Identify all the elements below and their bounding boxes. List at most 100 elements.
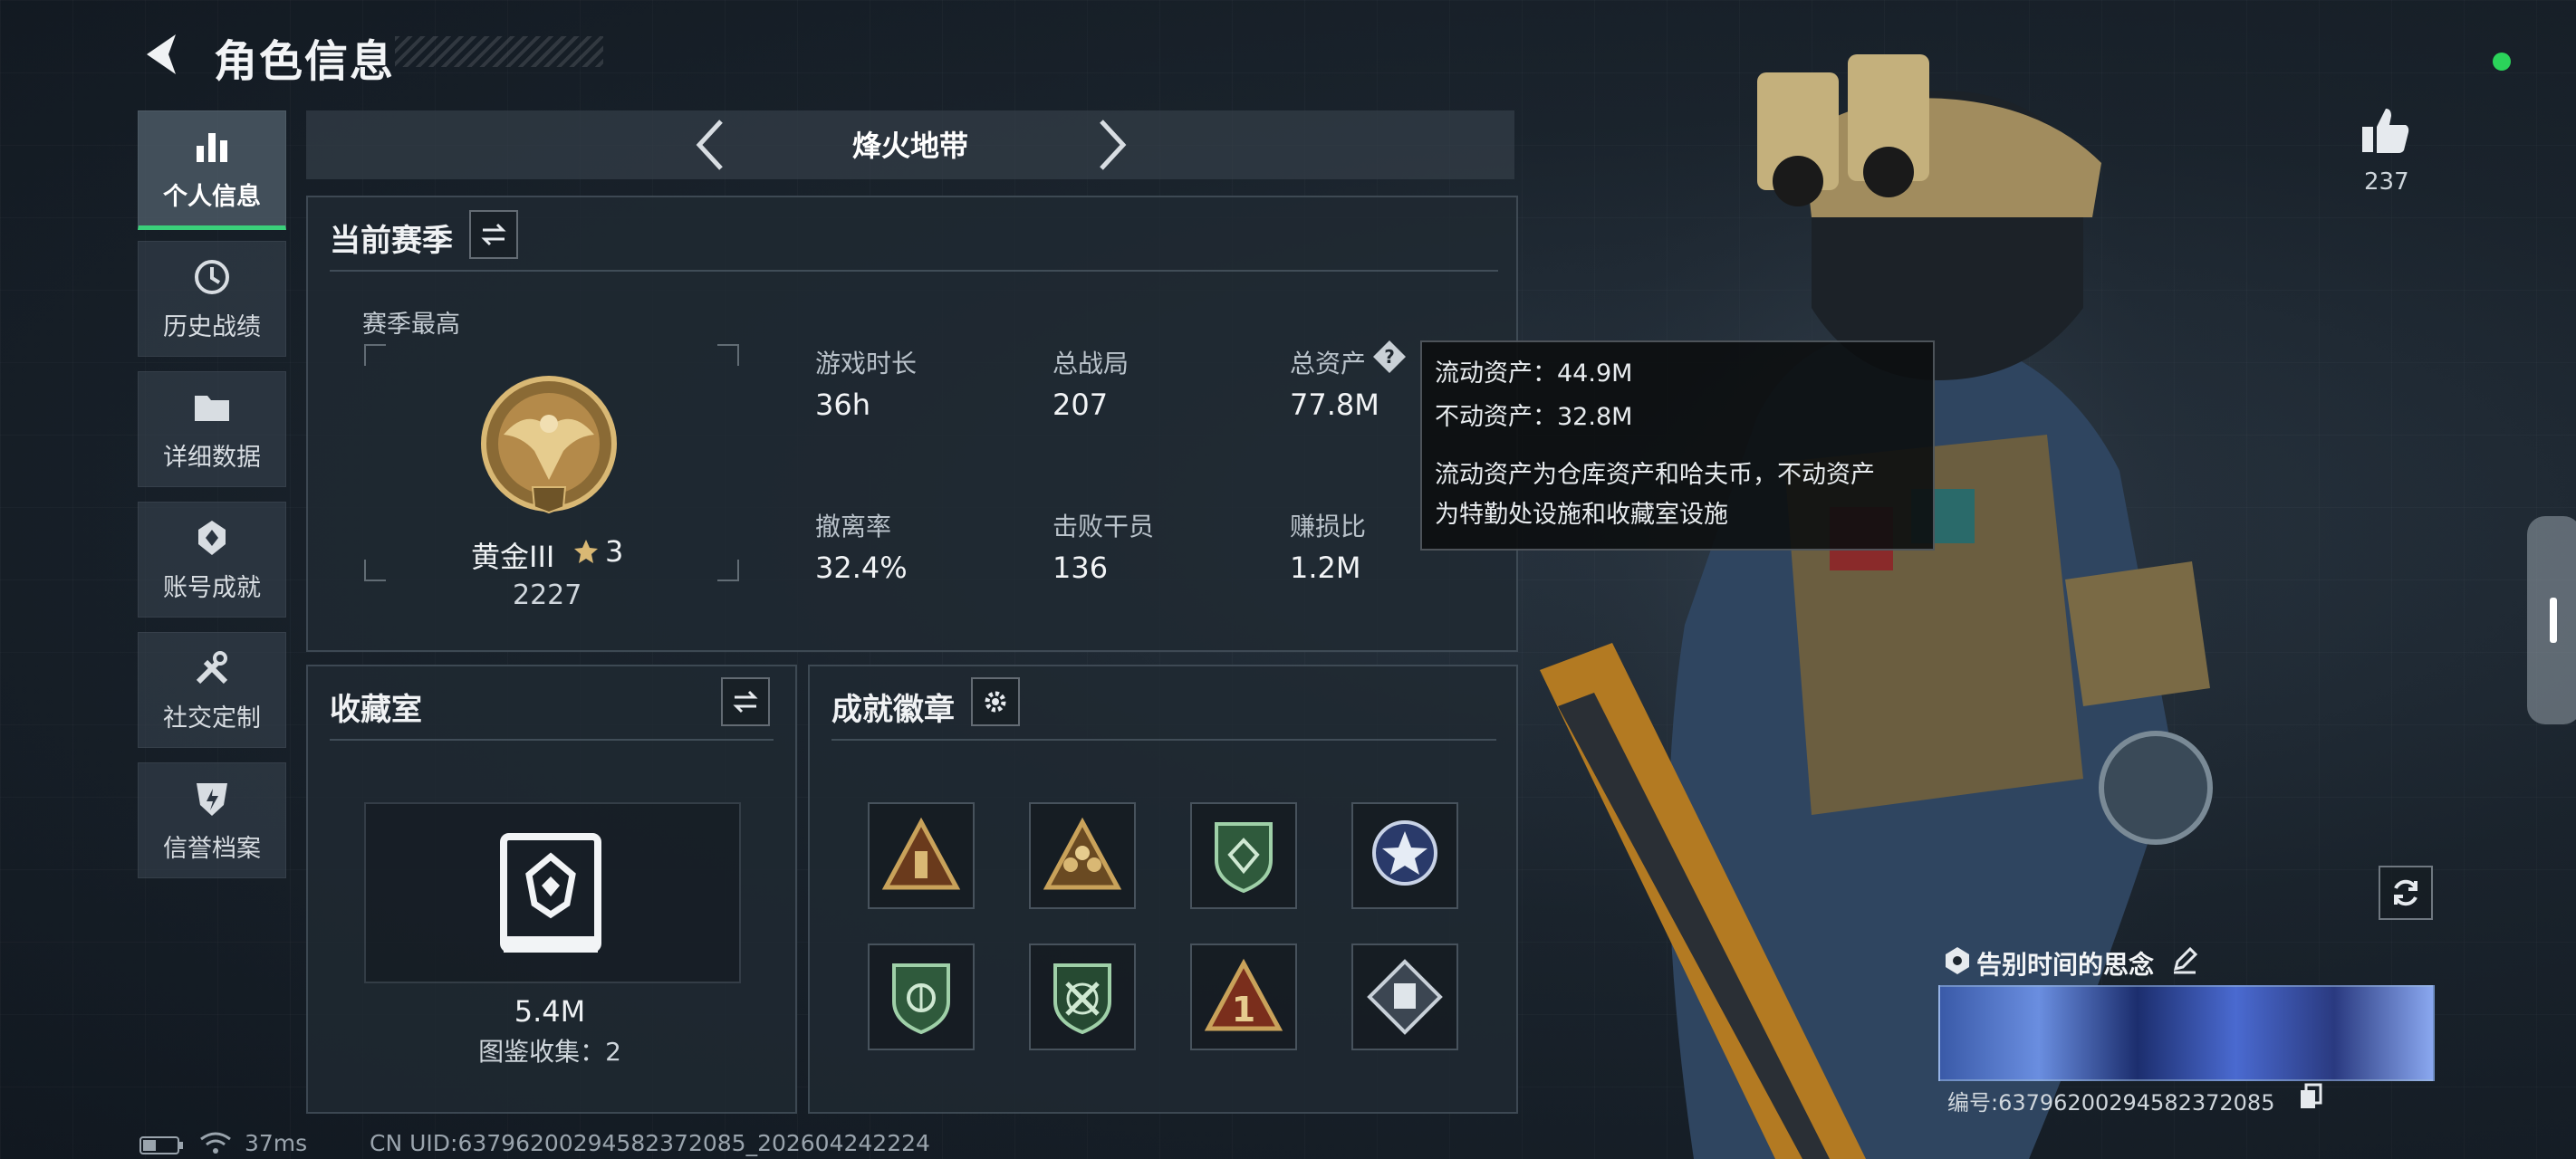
green-shield-cross-badge-icon: [1053, 963, 1111, 1035]
bar-chart-icon: [197, 132, 227, 162]
badge-slot-2[interactable]: [1029, 802, 1136, 909]
badge-slot-8[interactable]: [1351, 943, 1458, 1050]
drawer-grip: [2550, 598, 2557, 643]
stat-profit-ratio-value: 1.2M: [1290, 551, 1361, 585]
stat-playtime-value: 36h: [815, 388, 870, 422]
sidebar-item-detailed-data[interactable]: 详细数据: [138, 371, 286, 487]
season-switch-button[interactable]: [469, 210, 518, 259]
back-arrow-icon[interactable]: [136, 27, 190, 81]
account-uid: CN UID:637962002945823720​85_20260424222…: [370, 1130, 930, 1156]
sidebar-item-label: 信誉档案: [163, 834, 261, 863]
thumbs-up-icon[interactable]: [2359, 103, 2413, 158]
badge-slot-6[interactable]: [1029, 943, 1136, 1050]
edit-pencil-icon[interactable]: [2170, 945, 2199, 974]
badge-slot-1[interactable]: [868, 802, 975, 909]
achievement-icon: [198, 520, 226, 555]
rank-stars: 3: [605, 534, 624, 569]
rank-score: 2227: [513, 580, 582, 611]
sidebar-item-history[interactable]: 历史战绩: [138, 241, 286, 357]
tooltip-description-1: 流动资产为仓库资产和哈夫币，不动资产: [1435, 461, 1875, 489]
collection-case-icon: [500, 833, 601, 953]
tools-icon: [196, 650, 228, 684]
chevron-left-icon[interactable]: [692, 116, 728, 174]
sidebar-item-achievements[interactable]: 账号成就: [138, 502, 286, 618]
stat-profit-ratio-label: 赚损比: [1290, 512, 1367, 541]
svg-text:?: ?: [1384, 346, 1395, 368]
stat-extract-rate-label: 撤离率: [815, 512, 892, 541]
tooltip-liquid-assets: 流动资产：44.9M: [1435, 359, 1633, 388]
star-icon: [574, 540, 598, 563]
card-emblem-icon: [1946, 947, 1969, 974]
collection-value: 5.4M: [514, 994, 586, 1029]
diamond-cube-badge-icon: [1367, 959, 1443, 1035]
badge-slot-3[interactable]: [1190, 802, 1297, 909]
sidebar-item-label: 个人信息: [163, 182, 261, 211]
stat-matches-label: 总战局: [1053, 349, 1129, 378]
rank-name: 黄金III: [471, 540, 555, 574]
title-decoration: [395, 36, 603, 67]
history-icon: [195, 259, 229, 294]
battery-icon: [139, 1136, 183, 1154]
sidebar-item-label: 社交定制: [163, 704, 261, 733]
sidebar-item-label: 详细数据: [163, 443, 261, 472]
refresh-icon: [2394, 879, 2417, 906]
triangle-number-one-badge-icon: 1: [1204, 958, 1283, 1031]
like-count: 237: [2364, 168, 2409, 196]
stat-matches-value: 207: [1053, 388, 1109, 422]
triangle-ammo-badge-icon: [881, 817, 961, 890]
badges-settings-button[interactable]: [971, 677, 1020, 726]
star-emblem-badge-icon: [1372, 820, 1437, 886]
stat-assets-label: 总资产: [1290, 349, 1367, 378]
badges-divider: [831, 739, 1496, 741]
season-highest-label: 赛季最高: [362, 311, 460, 339]
frame-corner: [364, 560, 386, 581]
folder-icon: [195, 395, 229, 421]
season-divider: [330, 270, 1498, 272]
question-icon: ?: [1373, 340, 1406, 373]
collection-divider: [330, 739, 774, 741]
player-id: 编号:637962002945823720​85: [1947, 1090, 2275, 1116]
name-card-banner[interactable]: [1938, 985, 2435, 1081]
triangle-squad-badge-icon: [1043, 817, 1122, 890]
frame-corner: [717, 344, 739, 366]
rotate-view-button[interactable]: [2379, 866, 2433, 920]
ping-value: 37ms: [245, 1130, 308, 1156]
chevron-right-icon[interactable]: [1094, 116, 1130, 174]
assets-tooltip: 流动资产：44.9M 不动资产：32.8M 流动资产为仓库资产和哈夫币，不动资产…: [1420, 340, 1935, 551]
online-status-dot: [2493, 53, 2511, 71]
season-title: 当前赛季: [330, 223, 453, 259]
green-shield-badge-icon: [1215, 822, 1273, 894]
badge-slot-4[interactable]: [1351, 802, 1458, 909]
gear-icon: [985, 691, 1006, 713]
badges-title: 成就徽章: [831, 692, 955, 728]
sidebar-item-credit-record[interactable]: 信誉档案: [138, 762, 286, 878]
collection-count: 图鉴收集：2: [478, 1037, 621, 1067]
stat-kills-label: 击败干员: [1053, 512, 1155, 541]
stat-assets-value: 77.8M: [1290, 388, 1379, 422]
svg-text:1: 1: [1232, 990, 1255, 1030]
sidebar-item-label: 历史战绩: [163, 312, 261, 341]
badge-slot-5[interactable]: [868, 943, 975, 1050]
collection-title: 收藏室: [330, 692, 422, 728]
swap-icon: [733, 690, 758, 714]
sidebar-item-personal-info[interactable]: 个人信息: [138, 110, 286, 230]
wifi-icon: [200, 1132, 231, 1154]
frame-corner: [717, 560, 739, 581]
sidebar-item-social-custom[interactable]: 社交定制: [138, 632, 286, 748]
swap-icon: [481, 223, 506, 246]
sidebar-item-label: 账号成就: [163, 573, 261, 602]
tooltip-fixed-assets: 不动资产：32.8M: [1435, 403, 1633, 431]
collection-switch-button[interactable]: [721, 677, 770, 726]
stat-kills-value: 136: [1053, 551, 1109, 585]
shield-icon: [197, 782, 227, 816]
stat-playtime-label: 游戏时长: [815, 349, 918, 378]
gold-rank-emblem-icon: [481, 376, 617, 514]
copy-icon[interactable]: [2297, 1083, 2324, 1110]
green-shield-wings-badge-icon: [892, 963, 950, 1035]
tooltip-description-2: 为特勤处设施和收藏室设施: [1435, 501, 1728, 529]
page-title: 角色信息: [214, 36, 396, 87]
frame-corner: [364, 344, 386, 366]
mode-label: 烽火地带: [851, 129, 968, 163]
help-button[interactable]: ?: [1371, 339, 1408, 375]
badge-slot-7[interactable]: 1: [1190, 943, 1297, 1050]
